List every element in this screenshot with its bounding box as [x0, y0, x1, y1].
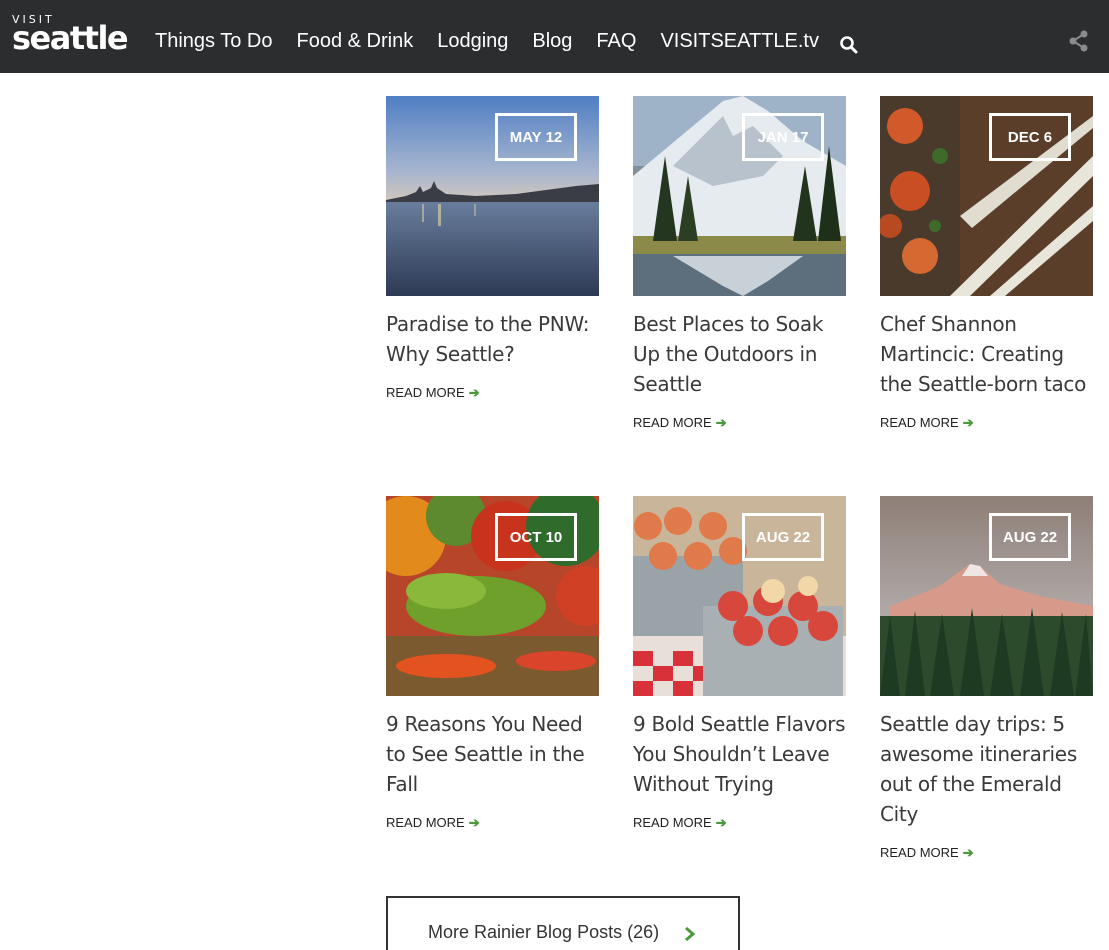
post-image-mountain-forest[interactable]: AUG 22 [880, 496, 1093, 696]
date-badge: JAN 17 [742, 113, 824, 161]
logo-seattle-text: seattle [12, 19, 129, 57]
post-image-tacos[interactable]: DEC 6 [880, 96, 1093, 296]
nav-food-drink[interactable]: Food & Drink [296, 28, 413, 54]
read-more-link[interactable]: READ MORE ➔ [880, 415, 974, 431]
read-more-link[interactable]: READ MORE ➔ [880, 845, 974, 861]
post-title[interactable]: Best Places to Soak Up the Outdoors in S… [633, 309, 846, 399]
post-image-mount-rainier-lake[interactable]: JAN 17 [633, 96, 846, 296]
post-image-seattle-skyline[interactable]: MAY 12 [386, 96, 599, 296]
post-title[interactable]: 9 Bold Seattle Flavors You Shouldn’t Lea… [633, 709, 846, 799]
nav-things-to-do[interactable]: Things To Do [155, 28, 272, 54]
read-more-link[interactable]: READ MORE ➔ [633, 815, 727, 831]
site-header: VISIT seattle Things To Do Food & Drink … [0, 0, 1109, 73]
main-nav: Things To Do Food & Drink Lodging Blog F… [155, 28, 843, 54]
post-image-fall-garden[interactable]: OCT 10 [386, 496, 599, 696]
post-title[interactable]: Chef Shannon Martincic: Creating the Sea… [880, 309, 1093, 399]
post-title[interactable]: Seattle day trips: 5 awesome itineraries… [880, 709, 1093, 829]
read-more-label: READ MORE [386, 815, 465, 830]
read-more-link[interactable]: READ MORE ➔ [386, 815, 480, 831]
nav-lodging[interactable]: Lodging [437, 28, 508, 54]
nav-blog[interactable]: Blog [532, 28, 572, 54]
date-badge: MAY 12 [495, 113, 577, 161]
search-icon[interactable] [839, 35, 859, 55]
arrow-right-icon: ➔ [468, 385, 480, 400]
share-icon[interactable] [1068, 30, 1090, 52]
date-badge: AUG 22 [742, 513, 824, 561]
arrow-right-icon: ➔ [715, 815, 727, 830]
read-more-label: READ MORE [633, 815, 712, 830]
post-image-cherries[interactable]: AUG 22 [633, 496, 846, 696]
date-badge: DEC 6 [989, 113, 1071, 161]
date-badge: OCT 10 [495, 513, 577, 561]
read-more-label: READ MORE [633, 415, 712, 430]
visit-seattle-logo[interactable]: VISIT seattle [12, 14, 129, 57]
arrow-right-icon: ➔ [468, 815, 480, 830]
more-blog-posts-button[interactable]: More Rainier Blog Posts (26) [386, 896, 740, 950]
arrow-right-icon: ➔ [715, 415, 727, 430]
post-title[interactable]: Paradise to the PNW: Why Seattle? [386, 309, 599, 369]
read-more-label: READ MORE [880, 415, 959, 430]
read-more-link[interactable]: READ MORE ➔ [386, 385, 480, 401]
date-badge: AUG 22 [989, 513, 1071, 561]
arrow-right-icon: ➔ [962, 845, 974, 860]
nav-visitseattle-tv[interactable]: VISITSEATTLE.tv [660, 28, 819, 54]
read-more-link[interactable]: READ MORE ➔ [633, 415, 727, 431]
read-more-label: READ MORE [880, 845, 959, 860]
arrow-right-icon: ➔ [962, 415, 974, 430]
read-more-label: READ MORE [386, 385, 465, 400]
more-blog-posts-label: More Rainier Blog Posts (26) [428, 922, 660, 942]
chevron-right-icon [685, 926, 696, 942]
nav-faq[interactable]: FAQ [596, 28, 636, 54]
post-title[interactable]: 9 Reasons You Need to See Seattle in the… [386, 709, 599, 799]
